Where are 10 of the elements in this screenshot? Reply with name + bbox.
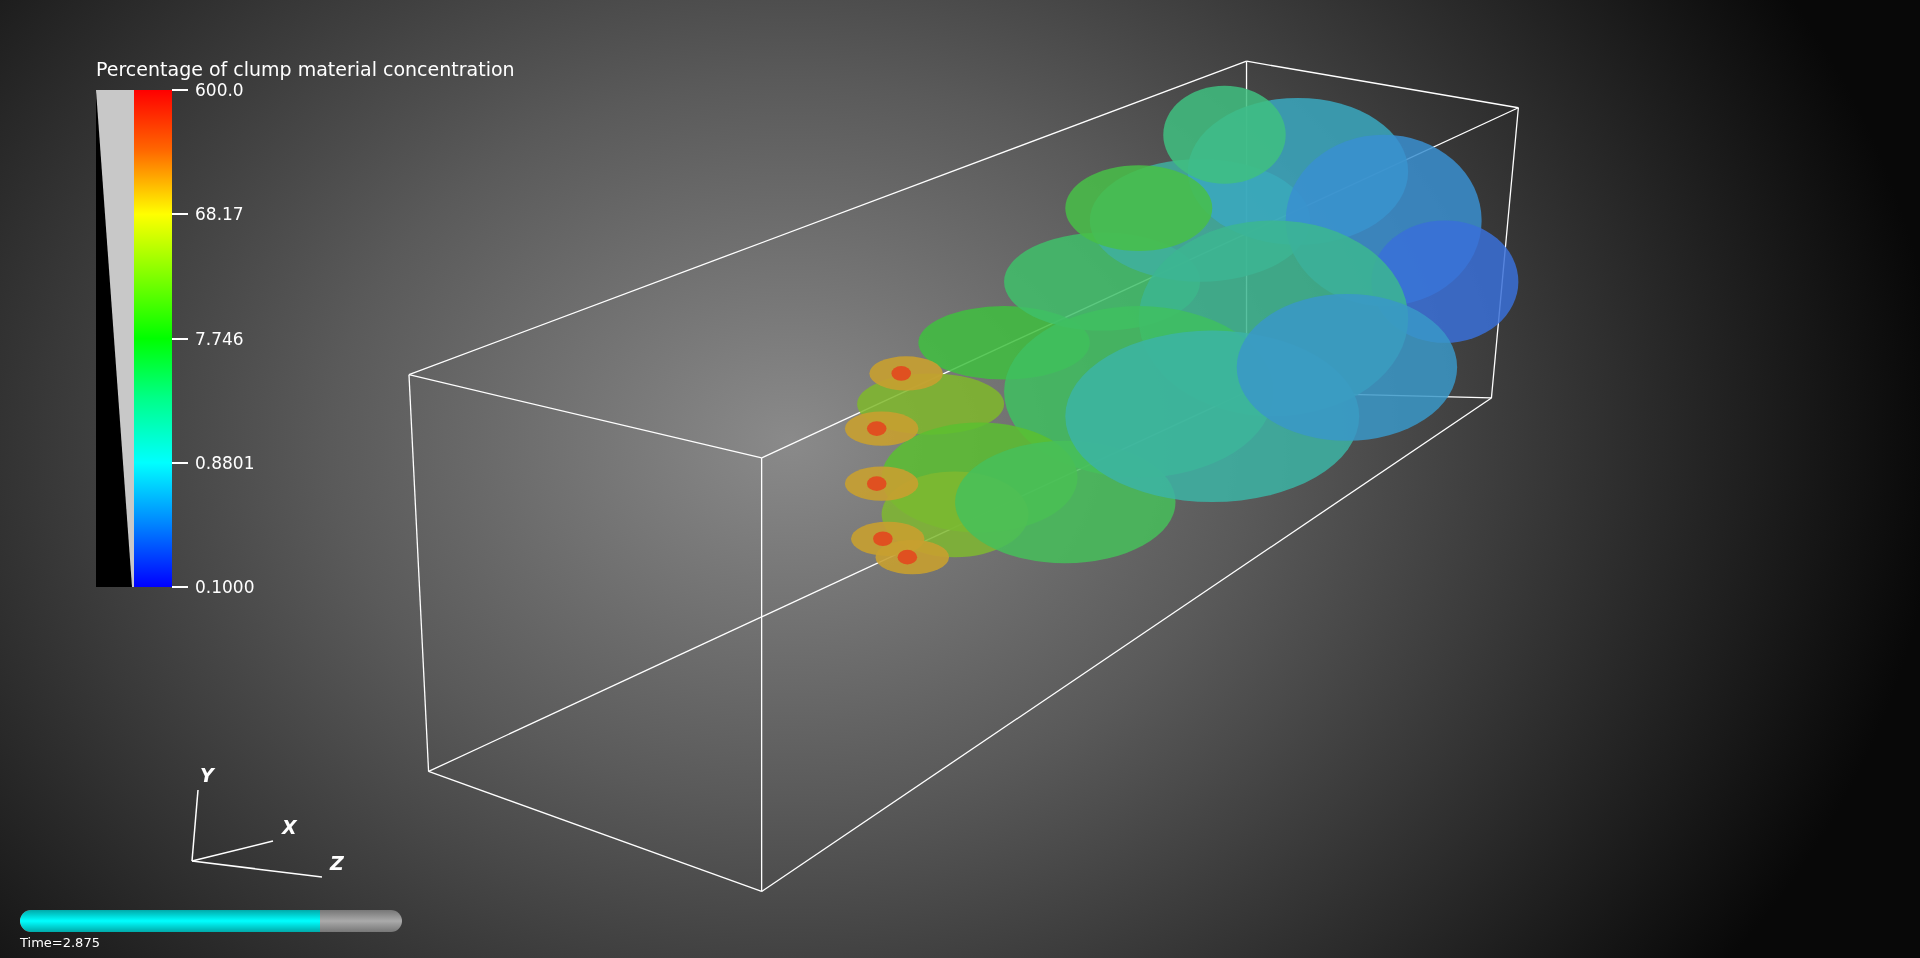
axis-label: Z xyxy=(330,852,344,874)
time-label: Time=2.875 xyxy=(20,935,101,950)
scale-tick-label: 68.17 xyxy=(195,204,244,225)
scale-tick-label: 600.0 xyxy=(195,80,244,100)
scale-tick-label: 7.746 xyxy=(195,328,244,349)
legend-title: Percentage of clump material concentration xyxy=(96,58,515,80)
scale-tick-label: 0.8801 xyxy=(195,452,255,473)
axis-label: Y xyxy=(200,764,214,786)
scale-tick-label: 0.1000 xyxy=(195,577,255,597)
axis-label: X xyxy=(282,816,297,838)
